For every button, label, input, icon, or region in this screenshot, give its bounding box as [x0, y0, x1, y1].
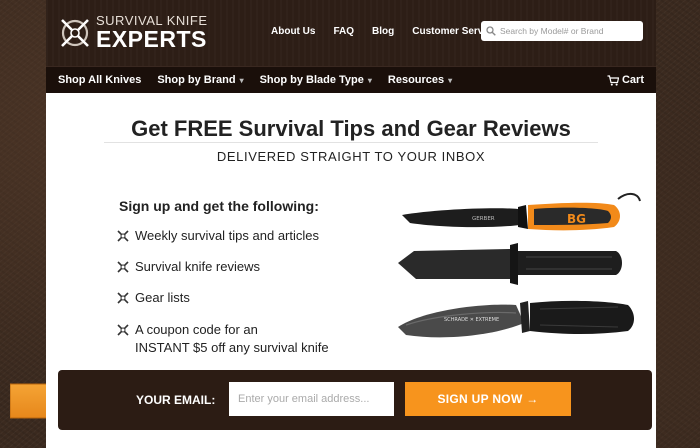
page-headline: Get FREE Survival Tips and Gear Reviews — [131, 116, 571, 141]
site-container: SURVIVAL KNIFE EXPERTS About Us FAQ Blog… — [46, 0, 656, 448]
chevron-down-icon: ▾ — [239, 75, 244, 85]
logo[interactable]: SURVIVAL KNIFE EXPERTS — [58, 14, 208, 51]
chevron-down-icon: ▾ — [448, 75, 453, 85]
search-box[interactable] — [481, 21, 643, 41]
main-nav: Shop All Knives Shop by Brand ▾ Shop by … — [46, 66, 656, 93]
about-us-link[interactable]: About Us — [271, 26, 315, 37]
cart-icon — [607, 74, 619, 86]
nav-label: Shop by Brand — [157, 74, 236, 86]
page-subheadline: DELIVERED STRAIGHT TO YOUR INBOX — [216, 149, 486, 164]
cart-label: Cart — [621, 74, 644, 86]
nav-label: Shop All Knives — [58, 74, 142, 86]
tanto-knife-image — [398, 243, 622, 285]
benefit-item: Weekly survival tips and articles — [117, 227, 329, 245]
search-icon — [486, 26, 496, 36]
benefit-item: Survival knife reviews — [117, 258, 329, 276]
headline-divider — [104, 142, 598, 143]
nav-label: Resources — [387, 74, 445, 86]
signup-title: Sign up and get the following: — [119, 198, 319, 214]
nav-shop-all-knives[interactable]: Shop All Knives — [58, 74, 141, 86]
cart-link[interactable]: Cart — [607, 74, 644, 86]
benefit-text: A coupon code for an INSTANT $5 off any s… — [135, 321, 329, 357]
knives-product-image: GERBER BG SCHRADE ✕ EXTREME — [398, 193, 641, 338]
email-label: YOUR EMAIL: — [136, 393, 216, 407]
gerber-knife-image: GERBER BG — [402, 193, 641, 231]
crossed-knives-bullet-icon — [117, 292, 129, 304]
nav-shop-by-brand[interactable]: Shop by Brand ▾ — [157, 74, 243, 86]
gerber-brand-text: GERBER — [472, 216, 495, 222]
benefit-text: Survival knife reviews — [135, 259, 260, 275]
faq-link[interactable]: FAQ — [333, 26, 354, 37]
logo-bottom-text: EXPERTS — [96, 26, 207, 52]
benefits-list: Weekly survival tips and articles Surviv… — [117, 227, 329, 370]
nav-shop-by-blade-type[interactable]: Shop by Blade Type ▾ — [260, 74, 372, 86]
benefit-line-1: A coupon code for an — [135, 321, 258, 337]
chevron-down-icon: ▾ — [367, 75, 372, 85]
schrade-brand-text: SCHRADE ✕ EXTREME — [444, 317, 499, 323]
benefit-item: Gear lists — [117, 289, 329, 307]
benefit-text: Weekly survival tips and articles — [135, 228, 319, 243]
search-input[interactable] — [500, 26, 640, 36]
benefit-text: Gear lists — [135, 290, 190, 306]
sign-up-button[interactable]: SIGN UP NOW → — [405, 382, 571, 416]
logo-text: SURVIVAL KNIFE EXPERTS — [96, 14, 208, 51]
top-links: About Us FAQ Blog Customer Service — [271, 26, 515, 37]
blog-link[interactable]: Blog — [372, 26, 394, 37]
crossed-knives-bullet-icon — [117, 230, 129, 242]
site-header: SURVIVAL KNIFE EXPERTS About Us FAQ Blog… — [46, 0, 656, 66]
crossed-knives-bullet-icon — [117, 323, 129, 336]
bg-brand-text: BG — [567, 212, 586, 226]
main-content: Get FREE Survival Tips and Gear Reviews … — [46, 93, 656, 448]
crossed-knives-bullet-icon — [117, 261, 129, 273]
email-signup-bar: YOUR EMAIL: SIGN UP NOW → — [58, 370, 652, 430]
crossed-knives-logo-icon — [61, 18, 89, 47]
benefit-line-2: INSTANT $5 off any survival knife — [135, 339, 329, 355]
schrade-knife-image: SCHRADE ✕ EXTREME — [398, 300, 634, 338]
nav-label: Shop by Blade Type — [259, 74, 364, 86]
nav-resources[interactable]: Resources ▾ — [388, 74, 452, 86]
benefit-item: A coupon code for an INSTANT $5 off any s… — [117, 321, 329, 357]
email-input[interactable] — [229, 382, 394, 416]
